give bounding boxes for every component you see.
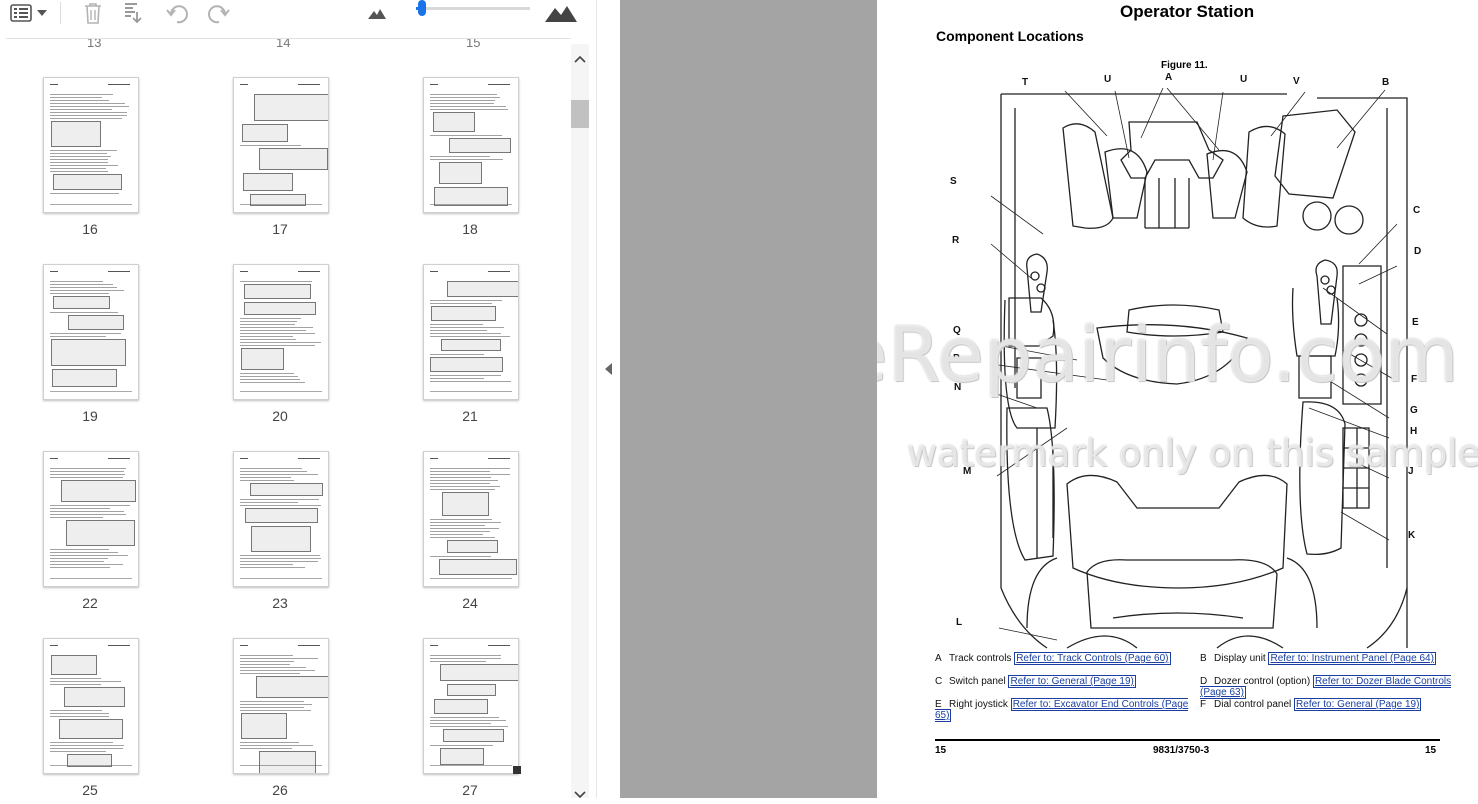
page-gap xyxy=(620,0,877,798)
legend-text: Dial control panel xyxy=(1214,699,1292,710)
callout-label: R xyxy=(952,235,960,246)
toolbar-divider xyxy=(60,2,61,24)
page-number-label: 16 xyxy=(82,221,98,237)
pane-splitter[interactable] xyxy=(596,0,621,798)
thumbnail-view-icon[interactable] xyxy=(8,1,34,25)
thumbnail-pane: 13 14 15 16 17 18 19 20 21 22 23 24 25 26 27 xyxy=(0,0,596,799)
scroll-thumb[interactable] xyxy=(571,100,589,128)
callout-label: D xyxy=(1414,246,1422,257)
legend-item: A Track controls Refer to: Track Controls… xyxy=(935,652,1190,665)
dropdown-icon[interactable] xyxy=(36,1,48,25)
footer-rule xyxy=(935,739,1440,741)
callout-label: C xyxy=(1413,205,1421,216)
callout-label: U xyxy=(1104,74,1112,85)
legend-link[interactable]: Refer to: Instrument Panel (Page 64) xyxy=(1268,652,1436,665)
callout-label: T xyxy=(1022,77,1029,88)
legend-item: C Switch panel Refer to: General (Page 19… xyxy=(935,675,1190,688)
page-number-label: 22 xyxy=(82,595,98,611)
callout-label: L xyxy=(956,617,963,628)
legend-link[interactable]: Refer to: General (Page 19) xyxy=(1294,698,1422,711)
page-number-label: 26 xyxy=(272,782,288,798)
section-title: Operator Station xyxy=(1120,2,1255,21)
legend-item: B Display unit Refer to: Instrument Panel… xyxy=(1200,652,1455,665)
legend-item: F Dial control panel Refer to: General (P… xyxy=(1200,698,1455,711)
legend-text: Track controls xyxy=(949,653,1012,664)
callout-label: A xyxy=(1165,72,1173,83)
page-thumbnail[interactable] xyxy=(423,77,519,213)
page-number-label: 20 xyxy=(272,408,288,424)
page-thumbnail[interactable] xyxy=(43,638,139,774)
page-number-label: 23 xyxy=(272,595,288,611)
callout-label: B xyxy=(1382,77,1390,88)
zoom-slider-thumb[interactable] xyxy=(417,0,426,16)
legend-letter: B xyxy=(1200,653,1207,664)
document-page: Operator Station Component Locations Fig… xyxy=(877,0,1478,798)
footer-page-right: 15 xyxy=(1425,745,1437,756)
page-number-partial: 13 xyxy=(87,38,102,50)
legend-text: Switch panel xyxy=(949,676,1006,687)
resize-grip[interactable] xyxy=(513,766,521,774)
page-thumbnail[interactable] xyxy=(233,451,329,587)
zoom-out-icon[interactable] xyxy=(366,1,388,25)
callout-label: V xyxy=(1293,76,1300,87)
legend-link[interactable]: Refer to: General (Page 19) xyxy=(1008,675,1136,688)
page-thumbnail[interactable] xyxy=(43,264,139,400)
page-thumbnail[interactable] xyxy=(423,638,519,774)
zoom-in-icon[interactable] xyxy=(544,1,578,25)
zoom-slider-track xyxy=(416,7,530,10)
legend-item: E Right joystick Refer to: Excavator End … xyxy=(935,698,1190,722)
figure-caption: Figure 11. xyxy=(1161,60,1208,71)
page-number-label: 21 xyxy=(462,408,478,424)
page-thumbnail[interactable] xyxy=(423,451,519,587)
page-thumbnail[interactable] xyxy=(43,451,139,587)
page-number-label: 18 xyxy=(462,221,478,237)
page-thumbnail[interactable] xyxy=(233,638,329,774)
page-number-label: 17 xyxy=(272,221,288,237)
page-number-label: 25 xyxy=(82,782,98,798)
watermark-domain: eRepairinfo.com xyxy=(877,310,1459,399)
callout-label: S xyxy=(950,176,957,187)
legend-text: Display unit xyxy=(1214,653,1266,664)
thumbnail-scrollbar[interactable] xyxy=(571,44,589,799)
legend-text: Right joystick xyxy=(949,699,1008,710)
page-number-label: 24 xyxy=(462,595,478,611)
legend-link[interactable]: Refer to: Track Controls (Page 60) xyxy=(1014,652,1171,665)
redo-icon[interactable] xyxy=(204,1,232,25)
page-subtitle: Component Locations xyxy=(936,28,1084,44)
legend-letter: F xyxy=(1200,699,1207,710)
legend-letter: C xyxy=(935,676,943,687)
thumbnail-list: 13 14 15 16 17 18 19 20 21 22 23 24 25 26 27 xyxy=(6,38,571,799)
page-number-label: 19 xyxy=(82,408,98,424)
undo-icon[interactable] xyxy=(164,1,192,25)
scroll-up-icon[interactable] xyxy=(574,50,586,68)
page-thumbnail[interactable] xyxy=(43,77,139,213)
callout-label: G xyxy=(1410,405,1418,416)
callout-label: U xyxy=(1240,74,1248,85)
page-thumbnail[interactable] xyxy=(233,77,329,213)
page-thumbnail[interactable] xyxy=(423,264,519,400)
print-icon[interactable] xyxy=(122,1,148,25)
delete-icon[interactable] xyxy=(80,1,106,25)
footer-doc-number: 9831/3750-3 xyxy=(1153,745,1210,756)
legend-letter: A xyxy=(935,653,942,664)
page-thumbnail[interactable] xyxy=(233,264,329,400)
thumbnail-toolbar xyxy=(0,0,596,30)
zoom-slider[interactable] xyxy=(416,0,532,20)
page-number-partial: 14 xyxy=(276,38,291,50)
collapse-arrow-icon[interactable] xyxy=(604,362,613,381)
watermark-sample: watermark only on this sample xyxy=(907,432,1478,475)
scroll-down-icon[interactable] xyxy=(574,786,586,804)
callout-label: K xyxy=(1408,530,1416,541)
page-number-label: 27 xyxy=(462,782,478,798)
legend-item: D Dozer control (option) Refer to: Dozer … xyxy=(1200,675,1455,699)
page-number-partial: 15 xyxy=(466,38,481,50)
footer-page-left: 15 xyxy=(935,745,947,756)
